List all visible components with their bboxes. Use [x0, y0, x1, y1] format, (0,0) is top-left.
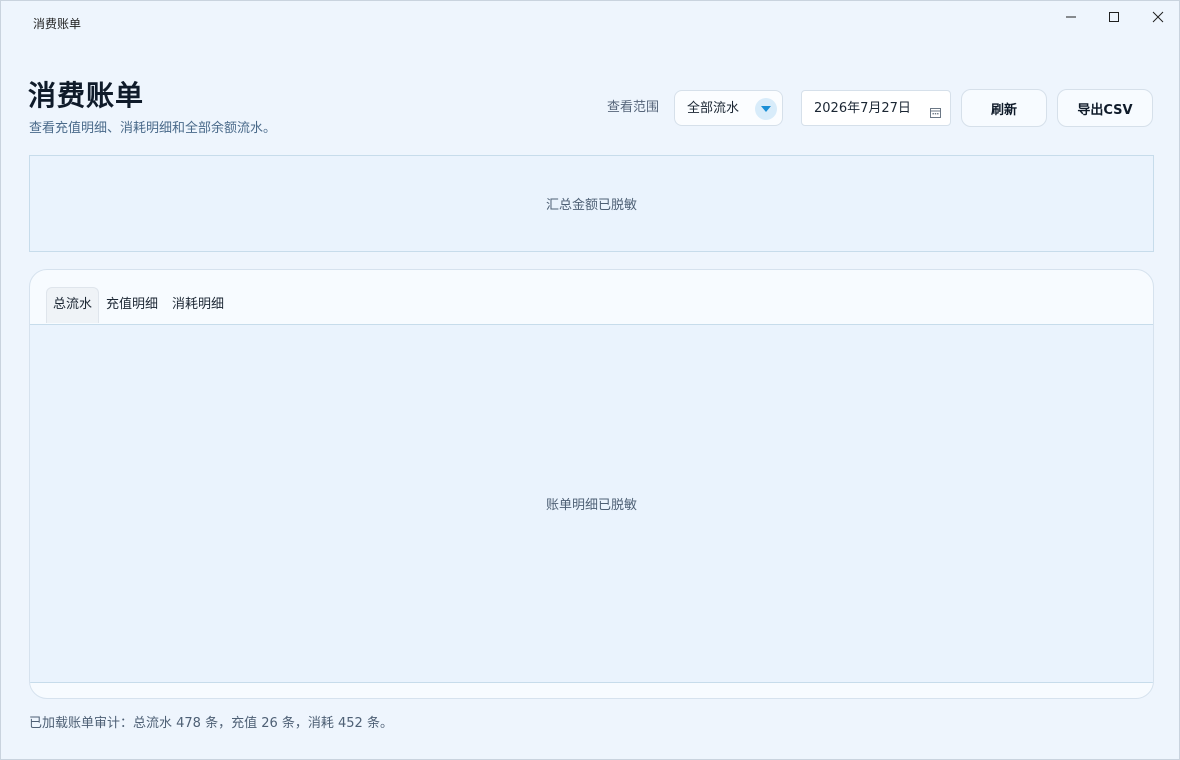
title-bar: 消费账单 — [1, 1, 1179, 41]
maximize-button[interactable] — [1092, 1, 1136, 33]
export-csv-button[interactable]: 导出CSV — [1057, 89, 1153, 127]
chevron-down-icon — [755, 98, 777, 120]
calendar-icon — [930, 103, 941, 122]
app-window: 消费账单 消费账单 查看充值明细、消耗明细和全部余额流水。 查看范围 全部流水 … — [0, 0, 1180, 760]
range-select[interactable]: 全部流水 — [674, 90, 783, 126]
close-button[interactable] — [1136, 1, 1180, 33]
summary-panel: 汇总金额已脱敏 — [29, 155, 1154, 252]
tab-recharge-detail[interactable]: 充值明细 — [99, 287, 165, 323]
range-select-value: 全部流水 — [687, 101, 740, 116]
tab-total-flow[interactable]: 总流水 — [46, 287, 100, 323]
refresh-button[interactable]: 刷新 — [961, 89, 1047, 127]
minimize-button[interactable] — [1049, 1, 1093, 33]
range-label: 查看范围 — [607, 100, 660, 115]
bill-tabs-card: 总流水 充值明细 消耗明细 账单明细已脱敏 — [29, 269, 1154, 699]
window-title: 消费账单 — [33, 17, 82, 31]
summary-text: 汇总金额已脱敏 — [545, 198, 637, 213]
maximize-icon — [1109, 12, 1119, 22]
close-icon — [1152, 11, 1164, 23]
page-subtitle: 查看充值明细、消耗明细和全部余额流水。 — [29, 121, 277, 136]
status-text: 已加载账单审计：总流水 478 条，充值 26 条，消耗 452 条。 — [29, 716, 393, 731]
date-picker[interactable]: 2026年7月27日 — [801, 90, 951, 126]
date-picker-value: 2026年7月27日 — [814, 101, 911, 116]
bill-detail-panel: 账单明细已脱敏 — [30, 324, 1153, 683]
detail-text: 账单明细已脱敏 — [545, 498, 637, 513]
tab-consumption-detail[interactable]: 消耗明细 — [165, 287, 231, 323]
page-title: 消费账单 — [28, 79, 145, 112]
minimize-icon — [1066, 16, 1076, 18]
tab-bar: 总流水 充值明细 消耗明细 — [46, 287, 231, 323]
